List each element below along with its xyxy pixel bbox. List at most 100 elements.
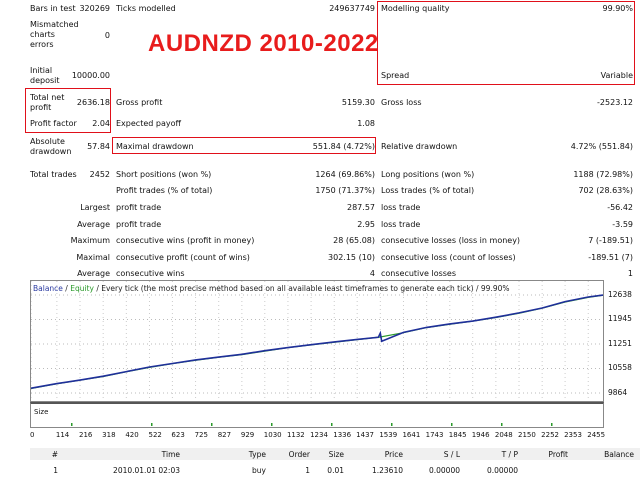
average-label: Average bbox=[77, 220, 110, 229]
legend-equity: Equity bbox=[70, 284, 94, 293]
size-panel: Size bbox=[30, 402, 604, 428]
gross-loss-value: -2523.12 bbox=[597, 98, 633, 107]
avg-consecutive-wins-label: consecutive wins bbox=[116, 269, 185, 278]
x-tick-label: 623 bbox=[171, 431, 185, 439]
x-tick-label: 1946 bbox=[471, 431, 490, 439]
bars-in-test-value: 320269 bbox=[79, 4, 110, 13]
legend-description: / Every tick (the most precise method ba… bbox=[93, 284, 510, 293]
x-tick-label: 420 bbox=[125, 431, 139, 439]
table-cell: 0.00000 bbox=[428, 466, 460, 475]
size-bar bbox=[551, 423, 553, 426]
column-header[interactable]: T / P bbox=[502, 450, 518, 459]
size-bar bbox=[71, 423, 73, 426]
size-bars bbox=[71, 423, 553, 426]
gross-profit-label: Gross profit bbox=[116, 98, 163, 107]
x-tick-label: 1336 bbox=[333, 431, 352, 439]
column-header[interactable]: Size bbox=[329, 450, 344, 459]
column-header[interactable]: Type bbox=[249, 450, 266, 459]
x-tick-label: 318 bbox=[102, 431, 116, 439]
column-header[interactable]: Order bbox=[289, 450, 310, 459]
max-consecutive-wins-label: consecutive wins (profit in money) bbox=[116, 236, 255, 245]
maximal-consecutive-profit-label: consecutive profit (count of wins) bbox=[116, 253, 250, 262]
max-consecutive-losses-label: consecutive losses (loss in money) bbox=[381, 236, 521, 245]
balance-chart bbox=[30, 280, 604, 402]
total-trades-value: 2452 bbox=[89, 170, 110, 179]
x-tick-label: 1030 bbox=[263, 431, 282, 439]
table-cell: 0.01 bbox=[327, 466, 344, 475]
x-tick-label: 725 bbox=[194, 431, 208, 439]
column-header[interactable]: # bbox=[52, 450, 58, 459]
maximal-label: Maximal bbox=[76, 253, 110, 262]
legend-balance: Balance bbox=[33, 284, 63, 293]
x-tick-label: 1132 bbox=[286, 431, 305, 439]
maximal-consecutive-loss-value: -189.51 (7) bbox=[588, 253, 633, 262]
drawdown-highlight-box bbox=[112, 137, 376, 154]
size-bar bbox=[451, 423, 453, 426]
average-consecutive-label: Average bbox=[77, 269, 110, 278]
avg-consecutive-wins-value: 4 bbox=[369, 269, 375, 278]
column-header[interactable]: Balance bbox=[604, 450, 634, 459]
relative-drawdown-value: 4.72% (551.84) bbox=[570, 142, 633, 151]
y-tick-label: 9864 bbox=[608, 388, 628, 397]
gross-profit-value: 5159.30 bbox=[341, 98, 375, 107]
x-tick-label: 1743 bbox=[425, 431, 444, 439]
absolute-drawdown-value: 57.84 bbox=[87, 142, 110, 151]
x-tick-label: 2150 bbox=[518, 431, 536, 439]
table-cell: 1.23610 bbox=[371, 466, 403, 475]
avg-consecutive-losses-label: consecutive losses bbox=[381, 269, 457, 278]
largest-loss-value: -56.42 bbox=[607, 203, 633, 212]
size-bar bbox=[151, 423, 153, 426]
maximal-consecutive-loss-label: consecutive loss (count of losses) bbox=[381, 253, 516, 262]
size-bar bbox=[211, 423, 213, 426]
column-header[interactable]: Profit bbox=[548, 450, 568, 459]
x-tick-label: 929 bbox=[240, 431, 255, 439]
column-header[interactable]: Time bbox=[162, 450, 180, 459]
initial-deposit-label-line1: Initial bbox=[30, 66, 53, 75]
mismatched-label-line1: Mismatched bbox=[30, 20, 79, 29]
ticks-modelled-label: Ticks modelled bbox=[116, 4, 176, 13]
mismatched-value: 0 bbox=[104, 31, 110, 40]
long-positions-value: 1188 (72.98%) bbox=[573, 170, 633, 179]
balance-chart-plot bbox=[31, 281, 603, 401]
expected-payoff-label: Expected payoff bbox=[116, 119, 181, 128]
profit-highlight-box bbox=[25, 88, 111, 133]
table-cell: 2010.01.01 02:03 bbox=[113, 466, 180, 475]
quality-highlight-box bbox=[377, 1, 635, 85]
max-consecutive-losses-value: 7 (-189.51) bbox=[588, 236, 633, 245]
x-tick-label: 1539 bbox=[379, 431, 398, 439]
maximal-consecutive-profit-value: 302.15 (10) bbox=[328, 253, 375, 262]
average-profit-value: 2.95 bbox=[357, 220, 375, 229]
table-cell: 1 bbox=[53, 466, 58, 475]
column-header[interactable]: S / L bbox=[444, 450, 460, 459]
x-tick-label: 114 bbox=[55, 431, 70, 439]
x-tick-label: 522 bbox=[148, 431, 162, 439]
x-tick-label: 2252 bbox=[541, 431, 559, 439]
x-tick-label: 1641 bbox=[402, 431, 421, 439]
largest-label: Largest bbox=[80, 203, 110, 212]
x-tick-label: 216 bbox=[79, 431, 93, 439]
short-positions-label: Short positions (won %) bbox=[116, 170, 212, 179]
average-loss-label: loss trade bbox=[381, 220, 421, 229]
avg-consecutive-losses-value: 1 bbox=[627, 269, 633, 278]
table-cell: 1 bbox=[305, 466, 310, 475]
mismatched-label-line2: charts bbox=[30, 30, 55, 39]
y-tick-label: 12638 bbox=[608, 290, 632, 299]
average-loss-value: -3.59 bbox=[612, 220, 633, 229]
loss-trades-value: 702 (28.63%) bbox=[578, 186, 633, 195]
long-positions-label: Long positions (won %) bbox=[381, 170, 475, 179]
x-tick-label: 827 bbox=[217, 431, 232, 439]
gross-loss-label: Gross loss bbox=[381, 98, 422, 107]
size-bar bbox=[391, 423, 393, 426]
loss-trades-label: Loss trades (% of total) bbox=[381, 186, 475, 195]
x-tick-label: 2455 bbox=[587, 431, 606, 439]
series-line-equity bbox=[31, 294, 603, 390]
size-bar bbox=[331, 423, 333, 426]
page-title: AUDNZD 2010-2022 bbox=[148, 30, 379, 57]
x-tick-label: 1437 bbox=[356, 431, 374, 439]
size-bar bbox=[501, 423, 503, 426]
average-profit-label: profit trade bbox=[116, 220, 162, 229]
largest-profit-value: 287.57 bbox=[347, 203, 375, 212]
absolute-drawdown-label-line2: drawdown bbox=[30, 147, 72, 156]
column-header[interactable]: Price bbox=[385, 450, 403, 459]
total-trades-label: Total trades bbox=[30, 170, 77, 179]
